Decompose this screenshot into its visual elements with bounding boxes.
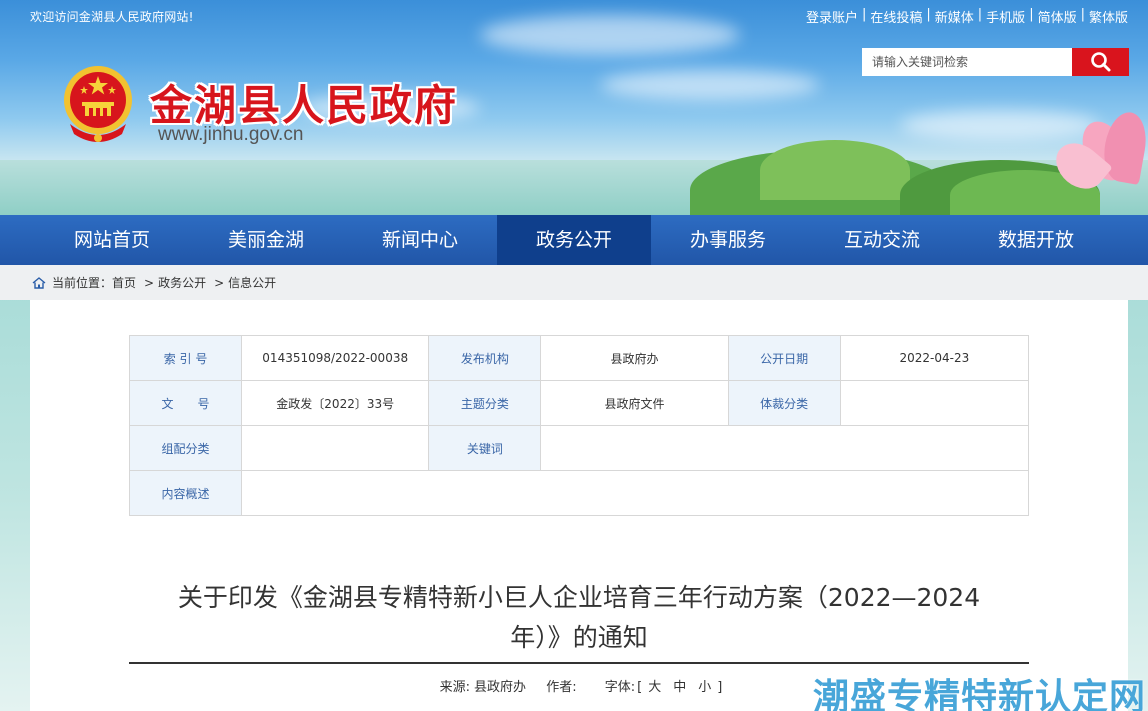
chevron-right-icon: >	[214, 275, 225, 290]
docno-value: 金政发〔2022〕33号	[241, 380, 430, 426]
font-size-medium[interactable]: 中	[671, 680, 688, 695]
date-label: 公开日期	[727, 335, 841, 381]
source-label: 来源:	[439, 680, 471, 695]
font-size-bracket-open: [	[637, 680, 643, 695]
keyword-value	[540, 425, 1029, 471]
summary-label: 内容概述	[128, 470, 243, 516]
breadcrumb-prefix: 当前位置：	[52, 276, 113, 290]
main-nav: 网站首页 美丽金湖 新闻中心 政务公开 办事服务 互动交流 数据开放	[0, 215, 1148, 265]
nav-item-government-affairs[interactable]: 政务公开	[497, 215, 651, 265]
nav-item-interaction[interactable]: 互动交流	[805, 215, 959, 265]
font-size-small[interactable]: 小	[696, 680, 713, 695]
article-title-line-2: 年）》的通知	[510, 623, 648, 652]
submit-article-link[interactable]: 在线投稿	[870, 7, 922, 26]
nav-item-home[interactable]: 网站首页	[35, 215, 189, 265]
chevron-right-icon: >	[144, 275, 155, 290]
title-divider	[129, 662, 1029, 664]
breadcrumb: 当前位置： 首页 > 政务公开 > 信息公开	[0, 265, 1148, 300]
index-label: 索 引 号	[128, 335, 243, 381]
genre-label: 体裁分类	[727, 380, 841, 426]
search-icon	[1090, 52, 1110, 72]
document-meta-table: 索 引 号 014351098/2022-00038 发布机构 县政府办 公开日…	[128, 335, 1030, 516]
keyword-label: 关键词	[428, 425, 542, 471]
simplified-link[interactable]: 简体版	[1038, 7, 1077, 26]
national-emblem-logo	[60, 62, 136, 144]
font-size-label: 字体:	[604, 680, 636, 695]
nav-item-services[interactable]: 办事服务	[651, 215, 805, 265]
table-row: 组配分类 关键词	[128, 425, 1029, 471]
table-row: 索 引 号 014351098/2022-00038 发布机构 县政府办 公开日…	[128, 335, 1030, 381]
table-row: 内容概述	[128, 470, 1029, 516]
nav-item-open-data[interactable]: 数据开放	[959, 215, 1113, 265]
topic-value: 县政府文件	[540, 380, 729, 426]
top-links: 登录账户 | 在线投稿 | 新媒体 | 手机版 | 简体版 | 繁体版	[805, 7, 1128, 26]
docno-label: 文 号	[128, 380, 243, 426]
mobile-link[interactable]: 手机版	[986, 7, 1025, 26]
cloud-decoration	[480, 15, 740, 55]
font-size-large[interactable]: 大	[646, 680, 663, 695]
date-value: 2022-04-23	[839, 335, 1030, 381]
breadcrumb-info-disclosure[interactable]: 信息公开	[228, 274, 276, 291]
login-link[interactable]: 登录账户	[806, 7, 858, 26]
publisher-label: 发布机构	[428, 335, 542, 381]
article-title-line-1: 关于印发《金湖县专精特新小巨人企业培育三年行动方案（2022—2024	[177, 583, 981, 612]
lotus-leaf-decoration	[760, 140, 910, 200]
org-label: 组配分类	[128, 425, 243, 471]
search-box	[862, 48, 1129, 76]
font-size-bracket-close: ]	[717, 680, 723, 695]
breadcrumb-government-affairs[interactable]: 政务公开	[158, 274, 206, 291]
index-value: 014351098/2022-00038	[241, 335, 430, 381]
publisher-value: 县政府办	[540, 335, 729, 381]
traditional-link[interactable]: 繁体版	[1089, 7, 1128, 26]
author-label: 作者:	[546, 680, 577, 695]
welcome-text: 欢迎访问金湖县人民政府网站!	[30, 10, 194, 24]
article-title: 关于印发《金湖县专精特新小巨人企业培育三年行动方案（2022—2024 年）》的…	[129, 578, 1029, 658]
header-banner: 欢迎访问金湖县人民政府网站! 登录账户 | 在线投稿 | 新媒体 | 手机版 | 简体版…	[0, 0, 1148, 215]
home-icon	[32, 276, 46, 289]
watermark-text: 潮盛专精特新认定网	[812, 677, 1146, 711]
org-value	[241, 425, 430, 471]
summary-value	[241, 470, 1029, 516]
site-url: www.jinhu.gov.cn	[158, 124, 304, 145]
cloud-decoration	[600, 70, 820, 100]
genre-value	[839, 380, 1030, 426]
new-media-link[interactable]: 新媒体	[935, 7, 974, 26]
content-panel: 索 引 号 014351098/2022-00038 发布机构 县政府办 公开日…	[30, 300, 1128, 711]
topic-label: 主题分类	[428, 380, 542, 426]
nav-item-beautiful-jinhu[interactable]: 美丽金湖	[189, 215, 343, 265]
nav-item-news[interactable]: 新闻中心	[343, 215, 497, 265]
table-row: 文 号 金政发〔2022〕33号 主题分类 县政府文件 体裁分类	[128, 380, 1030, 426]
search-button[interactable]	[1072, 48, 1129, 76]
source-value: 县政府办	[474, 680, 527, 695]
breadcrumb-home[interactable]: 首页	[112, 274, 136, 291]
cloud-decoration	[900, 110, 1100, 140]
search-input[interactable]	[862, 48, 1072, 76]
